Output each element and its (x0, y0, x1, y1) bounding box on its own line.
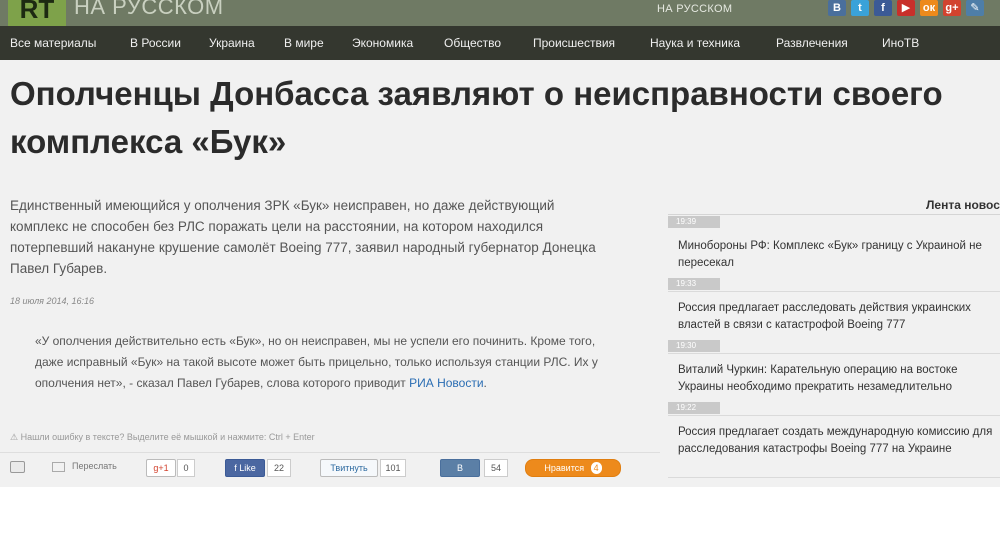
print-icon[interactable] (10, 461, 25, 473)
news-headline[interactable]: Россия предлагает создать международную … (678, 424, 1000, 458)
youtube-icon[interactable]: ▶ (897, 0, 915, 16)
ria-novosti-link[interactable]: РИА Новости (409, 376, 483, 390)
article-quote: «У ополчения действительно есть «Бук», н… (35, 331, 605, 394)
rt-logo[interactable]: RT (8, 0, 66, 26)
ok-like-button[interactable]: Нравится 4 (525, 459, 621, 477)
news-feed-title[interactable]: Лента новостей (926, 198, 1000, 212)
news-time: 19:22 (668, 402, 720, 414)
tweet-count: 101 (380, 459, 406, 477)
nav-item[interactable]: Наука и техника (650, 26, 740, 60)
forward-link[interactable]: Переслать (72, 461, 117, 471)
news-time: 19:33 (668, 278, 720, 290)
logo-subtitle: НА РУССКОМ (74, 0, 224, 19)
news-time: 19:30 (668, 340, 720, 352)
news-separator (668, 477, 1000, 478)
news-time: 19:39 (668, 216, 720, 228)
news-headline[interactable]: Виталий Чуркин: Карательную операцию на … (678, 362, 1000, 396)
news-headline[interactable]: Минобороны РФ: Комплекс «Бук» границу с … (678, 238, 1000, 272)
main-nav: Все материалы В России Украина В мире Эконом… (0, 26, 1000, 60)
news-headline[interactable]: Россия предлагает расследовать действия … (678, 300, 1000, 334)
ok-like-label: Нравится (544, 463, 585, 473)
tweet-button[interactable]: Твитнуть (320, 459, 378, 477)
news-feed-rule (668, 214, 1000, 215)
google-plus-button[interactable]: g+1 (146, 459, 176, 477)
quote-end: . (483, 376, 487, 390)
article-lead: Единственный имеющийся у ополчения ЗРК «… (10, 198, 596, 276)
google-plus-icon[interactable]: g+ (943, 0, 961, 16)
article-date: 18 июля 2014, 16:16 (10, 296, 95, 306)
livejournal-icon[interactable]: ✎ (966, 0, 984, 16)
vk-icon[interactable]: В (828, 0, 846, 16)
language-switch[interactable]: НА РУССКОМ (657, 3, 732, 15)
nav-item[interactable]: ИноТВ (882, 26, 919, 60)
odnoklassniki-icon[interactable]: ок (920, 0, 938, 16)
nav-item[interactable]: Все материалы (10, 26, 96, 60)
nav-item[interactable]: Общество (444, 26, 501, 60)
nav-item[interactable]: Украина (209, 26, 255, 60)
news-item[interactable]: 19:22 Россия предлагает создать междунаро… (668, 402, 1000, 478)
facebook-like-button[interactable]: f Like (225, 459, 265, 477)
divider (0, 452, 660, 453)
nav-item[interactable]: В России (130, 26, 181, 60)
vk-share-button[interactable]: В (440, 459, 480, 477)
page: RT НА РУССКОМ НА РУССКОМ Вt f ▶ ок g+ ✎ Все м… (0, 0, 1000, 487)
vk-share-count: 54 (484, 459, 508, 477)
typo-notice: ⚠ Нашли ошибку в тексте? Выделите её мыш… (10, 432, 315, 442)
mail-icon[interactable] (52, 462, 65, 472)
twitter-icon[interactable]: t (851, 0, 869, 16)
article-headline: Ополченцы Донбасса заявляют о неисправно… (10, 75, 943, 160)
share-row: Переслать g+1 0 f Like 22 Твитнуть 101 В… (0, 459, 660, 477)
quote-text: «У ополчения действительно есть «Бук», н… (35, 334, 598, 390)
ok-like-count: 4 (590, 462, 602, 474)
nav-item[interactable]: Экономика (352, 26, 413, 60)
google-plus-count: 0 (177, 459, 195, 477)
facebook-like-count: 22 (267, 459, 291, 477)
nav-item[interactable]: Развлечения (776, 26, 848, 60)
top-bar: RT НА РУССКОМ НА РУССКОМ Вt f ▶ ок g+ ✎ (0, 0, 1000, 26)
nav-item[interactable]: Происшествия (533, 26, 615, 60)
nav-item[interactable]: В мире (284, 26, 324, 60)
facebook-icon[interactable]: f (874, 0, 892, 16)
